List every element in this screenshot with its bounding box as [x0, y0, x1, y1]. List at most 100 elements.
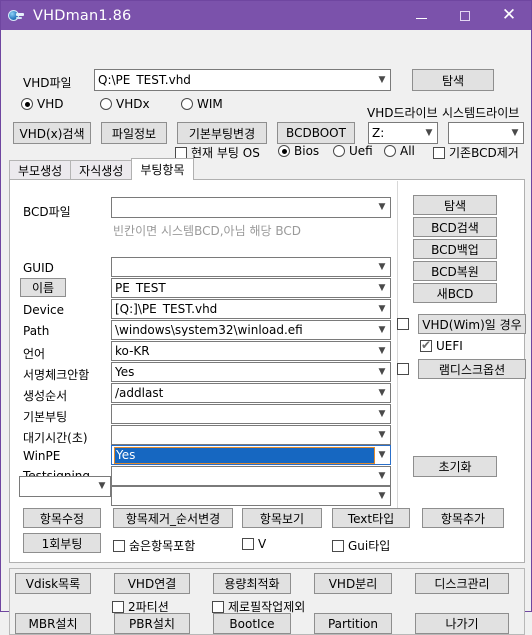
tab-child-create[interactable]: 자식생성 — [70, 160, 133, 180]
field-label-createorder: 생성순서 — [23, 389, 68, 403]
remove-reorder-entry-button[interactable]: 항목제거_순서변경 — [113, 508, 233, 528]
change-default-boot-button[interactable]: 기본부팅변경 — [177, 122, 267, 144]
field-label-guid: GUID — [23, 261, 54, 275]
field-label-nosigcheck: 서명체크안함 — [23, 368, 90, 382]
view-entry-button[interactable]: 항목보기 — [242, 508, 322, 528]
detach-vhd-button[interactable]: VHD분리 — [314, 573, 392, 594]
field-label-name-button[interactable]: 이름 — [20, 278, 66, 297]
chevron-down-icon: ▼ — [378, 470, 386, 481]
ramdisk-checkbox[interactable] — [397, 363, 413, 375]
add-entry-button[interactable]: 항목추가 — [422, 508, 504, 528]
app-globe-icon — [8, 8, 24, 24]
tab-strip: 부모생성 자식생성 부팅항목 — [9, 158, 525, 180]
radio-wim-dot — [181, 98, 193, 110]
gui-type-checkbox[interactable]: Gui타입 — [332, 537, 390, 554]
vhd-wim-case-checkbox[interactable] — [397, 318, 413, 330]
field-label-winpe: WinPE — [23, 449, 61, 463]
vhd-file-input[interactable]: Q:\PE_TEST.vhd ▼ — [94, 69, 391, 91]
bcd-restore-button[interactable]: BCD복원 — [413, 261, 497, 281]
ramdisk-box — [397, 363, 409, 375]
extra-right-select[interactable]: ▼ — [111, 486, 391, 506]
optimize-capacity-button[interactable]: 용량최적화 — [213, 573, 291, 594]
browse-vhd-button[interactable]: 탐색 — [412, 69, 494, 91]
v-label: V — [258, 537, 267, 551]
vhd-search-button[interactable]: VHD(x)검색 — [13, 122, 91, 144]
skip-zerofill-box — [212, 600, 224, 613]
field-input-name[interactable]: PE_TEST ▼ — [111, 278, 391, 298]
field-value-nosigcheck: Yes — [115, 366, 135, 378]
chevron-down-icon: ▼ — [378, 366, 386, 377]
exit-button[interactable]: 나가기 — [415, 613, 509, 634]
install-mbr-button[interactable]: MBR설치 — [15, 613, 91, 634]
field-label-defaultboot: 기본부팅 — [23, 410, 68, 424]
field-input-device[interactable]: [Q:]\PE_TEST.vhd ▼ — [111, 299, 391, 319]
reset-button[interactable]: 초기화 — [413, 456, 497, 477]
install-pbr-button[interactable]: PBR설치 — [114, 613, 190, 634]
side-browse-button[interactable]: 탐색 — [413, 195, 497, 215]
uefi-checkbox[interactable]: UEFI — [420, 338, 463, 353]
tab-parent-create[interactable]: 부모생성 — [9, 160, 72, 180]
uefi-box — [420, 338, 432, 352]
radio-bios-label: Bios — [294, 144, 320, 158]
field-input-defaultboot[interactable]: ▼ — [111, 404, 391, 424]
maximize-button[interactable] — [443, 1, 487, 30]
chevron-down-icon: ▼ — [98, 481, 106, 491]
text-type-button[interactable]: Text타입 — [332, 508, 410, 528]
chevron-down-icon: ▼ — [378, 303, 386, 314]
field-label-path: Path — [23, 324, 50, 338]
chevron-down-icon: ▼ — [378, 74, 386, 85]
minimize-button[interactable] — [399, 1, 443, 30]
bcdboot-button[interactable]: BCDBOOT — [277, 122, 355, 144]
chevron-down-icon: ▼ — [378, 490, 386, 501]
title-bar: VHDman1.86 ✕ — [1, 1, 531, 30]
vhd-file-label: VHD파일 — [23, 76, 72, 90]
bootice-button[interactable]: BootIce — [213, 613, 291, 634]
field-input-path[interactable]: \windows\system32\winload.efi ▼ — [111, 320, 391, 340]
ramdisk-option-button[interactable]: 램디스크옵션 — [418, 359, 526, 379]
bcd-hint-text: 빈칸이면 시스템BCD,아님 해당 BCD — [113, 224, 301, 238]
radio-all-label: All — [400, 144, 415, 158]
field-input-guid[interactable]: ▼ — [111, 257, 391, 277]
radio-uefi[interactable]: Uefi — [333, 144, 373, 158]
gui-type-box — [332, 539, 344, 552]
bcd-backup-button[interactable]: BCD백업 — [413, 239, 497, 259]
radio-vhdx[interactable]: VHDx — [100, 97, 150, 111]
field-label-timeout: 대기시간(초) — [23, 431, 88, 445]
field-input-nosigcheck[interactable]: Yes ▼ — [111, 362, 391, 382]
system-drive-select[interactable]: ▼ — [448, 122, 524, 144]
radio-all[interactable]: All — [384, 144, 415, 158]
vdisk-list-button[interactable]: Vdisk목록 — [15, 573, 91, 594]
file-info-button[interactable]: 파일정보 — [101, 122, 167, 144]
include-hidden-entries-label: 숨은항목포함 — [129, 539, 196, 553]
close-icon[interactable]: ✕ — [487, 1, 531, 30]
bcd-file-input[interactable]: ▼ — [111, 197, 391, 218]
include-hidden-entries-checkbox[interactable]: 숨은항목포함 — [113, 537, 195, 554]
field-input-createorder[interactable]: /addlast ▼ — [111, 383, 391, 403]
radio-vhd-dot — [21, 98, 33, 110]
edit-entry-button[interactable]: 항목수정 — [23, 508, 101, 528]
radio-vhd[interactable]: VHD — [21, 97, 63, 111]
boot-once-button[interactable]: 1회부팅 — [23, 533, 101, 553]
chevron-down-icon: ▼ — [378, 261, 386, 272]
vhd-drive-select[interactable]: Z: ▼ — [368, 122, 438, 144]
chevron-down-icon: ▼ — [425, 127, 433, 138]
chevron-down-icon: ▼ — [378, 387, 386, 398]
attach-vhd-button[interactable]: VHD연결 — [114, 573, 190, 594]
radio-bios[interactable]: Bios — [278, 144, 319, 158]
field-value-name: PE_TEST — [115, 282, 166, 294]
field-input-winpe[interactable]: Yes ▼ — [111, 445, 391, 465]
bcd-search-button[interactable]: BCD검색 — [413, 217, 497, 237]
vhd-wim-case-button[interactable]: VHD(Wim)일 경우 — [418, 314, 526, 334]
new-bcd-button[interactable]: 새BCD — [413, 283, 497, 303]
extra-left-select[interactable]: ▼ — [19, 476, 111, 497]
v-checkbox[interactable]: V — [242, 537, 266, 551]
field-input-testsigning[interactable]: ▼ — [111, 466, 391, 486]
field-input-timeout[interactable]: ▼ — [111, 425, 391, 445]
partition-button[interactable]: Partition — [314, 613, 392, 634]
radio-wim[interactable]: WIM — [181, 97, 223, 111]
field-input-language[interactable]: ko-KR ▼ — [111, 341, 391, 361]
uefi-label: UEFI — [436, 339, 463, 353]
field-value-device: [Q:]\PE_TEST.vhd — [115, 303, 218, 315]
disk-management-button[interactable]: 디스크관리 — [415, 573, 509, 594]
tab-boot-entries[interactable]: 부팅항목 — [131, 158, 194, 180]
